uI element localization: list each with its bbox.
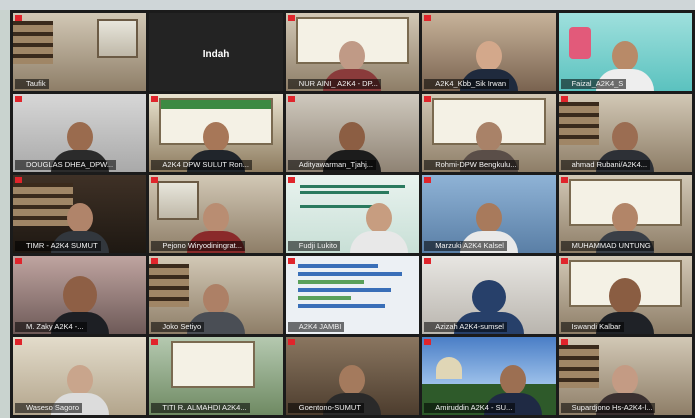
mic-muted-icon (151, 177, 159, 183)
participant-name[interactable]: A2K4 DPW SULUT Ron... (151, 160, 252, 170)
participant-name[interactable]: Pejono Wiryodiningrat... (151, 241, 246, 251)
participant-name[interactable]: MUHAMMAD UNTUNG (560, 241, 654, 251)
participant-tile[interactable]: TIMR - A2K4 SUMUT (13, 175, 147, 253)
mic-muted-icon (287, 177, 295, 183)
participant-name[interactable]: Waseso Sagoro (15, 403, 83, 413)
participant-tile[interactable]: Iswandi Kalbar (558, 256, 692, 334)
participant-tile[interactable]: Pejono Wiryodiningrat... (149, 175, 283, 253)
participant-name-placeholder: Indah (202, 49, 230, 60)
mic-muted-icon (287, 258, 295, 264)
participant-name[interactable]: Faizal_A2K4_S (560, 79, 627, 89)
participant-name[interactable]: TIMR - A2K4 SUMUT (15, 241, 101, 251)
mic-muted-icon (287, 15, 295, 21)
participant-tile[interactable]: M. Zaky A2K4 -... (13, 256, 147, 334)
mic-muted-icon (15, 15, 22, 21)
participant-tile[interactable]: Azizah A2K4-sumsel (422, 256, 556, 334)
participant-tile[interactable]: DOUGLAS DHEA_DPW... (13, 94, 147, 172)
participant-name[interactable]: Adityawarman_Tjahj... (287, 160, 376, 170)
participant-tile[interactable]: Supardjono Hs-A2K4-l... (558, 337, 692, 415)
participant-name[interactable]: A2K4_Kbb_Sik Irwan (424, 79, 510, 89)
participant-name[interactable]: ahmad Rubani/A2K4... (560, 160, 651, 170)
mic-muted-icon (15, 339, 22, 345)
mic-muted-icon (15, 258, 22, 264)
mic-muted-icon (424, 15, 432, 21)
participant-name[interactable]: Joko Setiyo (151, 322, 205, 332)
mic-muted-icon (151, 258, 159, 264)
participant-tile[interactable]: Waseso Sagoro (13, 337, 147, 415)
participant-name[interactable]: Fudji Lukito (287, 241, 341, 251)
mic-muted-icon (424, 339, 432, 345)
participant-name[interactable]: DOUGLAS DHEA_DPW... (15, 160, 117, 170)
mic-muted-icon (424, 177, 432, 183)
participant-name[interactable]: M. Zaky A2K4 -... (15, 322, 87, 332)
participant-tile[interactable]: ahmad Rubani/A2K4... (558, 94, 692, 172)
participant-tile[interactable]: Indah (149, 13, 283, 91)
participant-tile[interactable]: Fudji Lukito (285, 175, 420, 253)
mic-muted-icon (287, 339, 295, 345)
participant-tile[interactable]: A2K4_Kbb_Sik Irwan (422, 13, 556, 91)
mic-muted-icon (560, 258, 568, 264)
participant-name[interactable]: Rohmi-DPW Bengkulu... (424, 160, 520, 170)
participant-tile[interactable]: A2K4 JAMBI (285, 256, 420, 334)
participant-tile[interactable]: Rohmi-DPW Bengkulu... (422, 94, 556, 172)
participant-tile[interactable]: TITI R. ALMAHDI A2K4... (149, 337, 283, 415)
mic-muted-icon (424, 96, 432, 102)
participant-tile[interactable]: Joko Setiyo (149, 256, 283, 334)
desktop-background-top (0, 0, 695, 10)
mic-muted-icon (560, 177, 568, 183)
mic-muted-icon (424, 258, 432, 264)
participant-tile[interactable]: Adityawarman_Tjahj... (285, 94, 420, 172)
mic-muted-icon (287, 96, 295, 102)
participant-name[interactable]: Goentono-SUMUT (287, 403, 364, 413)
mic-muted-icon (15, 177, 22, 183)
participant-tile[interactable]: Amiruddin A2K4 - SU... (422, 337, 556, 415)
participant-name[interactable]: Supardjono Hs-A2K4-l... (560, 403, 656, 413)
participant-name[interactable]: TITI R. ALMAHDI A2K4... (151, 403, 250, 413)
mic-muted-icon (560, 339, 568, 345)
mic-muted-icon (151, 339, 159, 345)
participant-tile-active-speaker[interactable]: Faizal_A2K4_S (558, 13, 692, 91)
participant-tile[interactable]: Marzuki A2K4 Kalsel (422, 175, 556, 253)
mic-muted-icon (560, 96, 568, 102)
mic-muted-icon (151, 96, 159, 102)
participant-name[interactable]: Azizah A2K4-sumsel (424, 322, 507, 332)
participant-tile[interactable]: A2K4 DPW SULUT Ron... (149, 94, 283, 172)
gallery-view-grid: Taufik Indah NUR AINI_ A2K4 - DP... A2K4… (10, 10, 695, 418)
participant-tile[interactable]: Taufik (13, 13, 147, 91)
participant-name[interactable]: Taufik (15, 79, 49, 89)
participant-tile[interactable]: Goentono-SUMUT (285, 337, 420, 415)
participant-name[interactable]: NUR AINI_ A2K4 - DP... (287, 79, 381, 89)
participant-name[interactable]: Amiruddin A2K4 - SU... (424, 403, 516, 413)
participant-name[interactable]: Marzuki A2K4 Kalsel (424, 241, 507, 251)
participant-tile[interactable]: NUR AINI_ A2K4 - DP... (285, 13, 420, 91)
participant-name[interactable]: Iswandi Kalbar (560, 322, 624, 332)
mic-muted-icon (15, 96, 22, 102)
participant-tile[interactable]: MUHAMMAD UNTUNG (558, 175, 692, 253)
participant-name[interactable]: A2K4 JAMBI (287, 322, 345, 332)
